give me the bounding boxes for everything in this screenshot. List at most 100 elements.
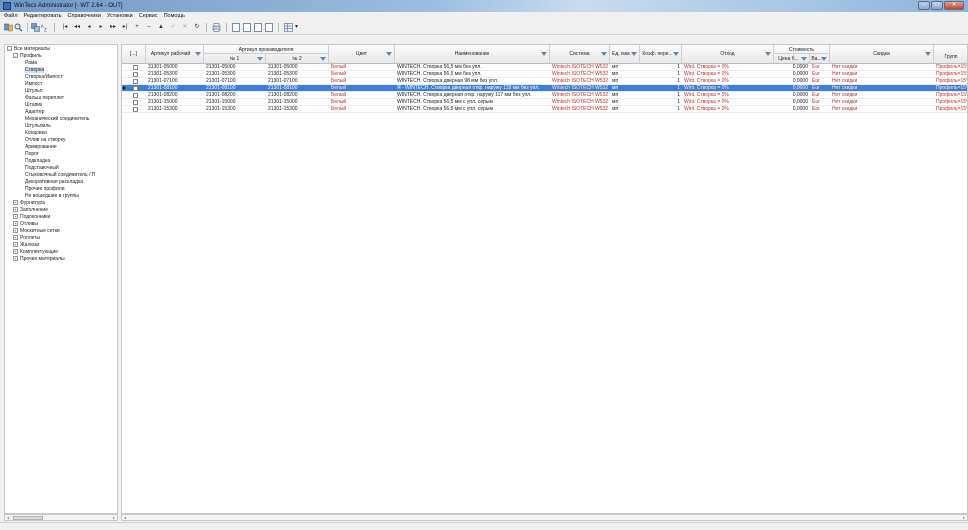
menu-settings[interactable]: Установки [107, 12, 133, 21]
nav-next-page-icon[interactable]: ▸▸ [108, 23, 118, 32]
cell-color[interactable]: Белый [329, 106, 395, 113]
cell-discount[interactable]: Нет скидки [830, 92, 934, 99]
col-select[interactable]: [...] [122, 45, 146, 64]
close-button[interactable]: ✕ [944, 1, 964, 10]
cell-price[interactable]: 0,0000 [774, 92, 810, 99]
scroll-thumb[interactable] [13, 516, 43, 520]
cell-mfr1[interactable]: 21301-08100 [204, 85, 266, 92]
cell-price[interactable]: 0,0000 [774, 78, 810, 85]
cell-name[interactable]: WINTECH. Створка 56,5 мм с упл. серым [395, 99, 550, 106]
cell-waste[interactable]: Wint. Створка = 0% [682, 64, 774, 71]
cell-currency[interactable]: Eur [810, 64, 830, 71]
cell-discount[interactable]: Нет скидки [830, 85, 934, 92]
cell-system[interactable]: Wintech ISOTECH W532 [550, 64, 610, 71]
expand-icon[interactable]: + [13, 200, 18, 205]
cell-group[interactable]: Профиль=15% [934, 85, 967, 92]
cell-mfr1[interactable]: 21301-08200 [204, 92, 266, 99]
tree-item-profile[interactable]: Армирование [25, 144, 57, 150]
col-article[interactable]: Артикул рабочий [146, 45, 204, 64]
nav-prev-icon[interactable]: ◂ [84, 23, 94, 32]
cell-unit[interactable]: мп [610, 85, 640, 92]
menu-references[interactable]: Справочники [68, 12, 101, 21]
col-mfr1[interactable]: № 1 [204, 54, 266, 64]
row-select-cell[interactable] [122, 71, 146, 78]
tree-item-profile[interactable]: Импост [25, 81, 42, 87]
cell-unit[interactable]: мп [610, 64, 640, 71]
tree-item-profile[interactable]: Рама [25, 60, 37, 66]
cell-mfr1[interactable]: 21301-15300 [204, 106, 266, 113]
collapse-icon[interactable]: – [13, 53, 18, 58]
minimize-button[interactable]: – [918, 1, 930, 10]
cell-price[interactable]: 0,0000 [774, 85, 810, 92]
table-row[interactable]: 21301-05000 21301-05000 21301-05000 Белый WI… [122, 64, 967, 71]
cell-name[interactable]: Я - WINTECH. Створка дверная откр. наруж… [395, 85, 550, 92]
menu-edit[interactable]: Редактировать [24, 12, 62, 21]
find-icon[interactable] [14, 23, 23, 32]
cell-color[interactable]: Белый [329, 64, 395, 71]
cell-system[interactable]: Wintech ISOTECH W532 [550, 106, 610, 113]
cell-mfr1[interactable]: 21301-15000 [204, 99, 266, 106]
tree-root[interactable]: – Все материалы [7, 46, 50, 52]
materials-icon[interactable] [4, 23, 13, 32]
table-row[interactable]: 21301-15300 21301-15300 21301-15300 Белый WI… [122, 106, 967, 113]
cell-waste[interactable]: Wint. Створка = 0% [682, 71, 774, 78]
cell-system[interactable]: Wintech ISOTECH W532 [550, 99, 610, 106]
collapse-icon[interactable]: – [7, 46, 12, 51]
cell-currency[interactable]: Eur [810, 78, 830, 85]
cancel-edit-icon[interactable]: ✕ [180, 23, 190, 32]
row-checkbox[interactable] [133, 72, 138, 77]
tree-item-profile[interactable]: Декоративная раскладка [25, 179, 83, 185]
cell-currency[interactable]: Eur [810, 85, 830, 92]
tree-item-profile[interactable]: Створка/Импост [25, 74, 63, 80]
refresh-icon[interactable]: ↻ [192, 23, 202, 32]
cell-system[interactable]: Wintech ISOTECH W532 [550, 78, 610, 85]
cell-price[interactable]: 0,0000 [774, 71, 810, 78]
tree-item-profile[interactable]: Подставочный [25, 165, 59, 171]
expand-icon[interactable]: + [13, 242, 18, 247]
cell-group[interactable]: Профиль=15% [934, 106, 967, 113]
table-row[interactable]: 21301-05300 21301-05300 21301-05300 Белый WI… [122, 71, 967, 78]
tree-item-profile[interactable]: Стыковочный соединитель / П [25, 172, 95, 178]
cell-price[interactable]: 0,0000 [774, 106, 810, 113]
cell-article[interactable]: 21301-07100 [146, 78, 204, 85]
nav-prev-page-icon[interactable]: ◂◂ [72, 23, 82, 32]
row-select-cell[interactable] [122, 78, 146, 85]
tree-item-profile[interactable]: Отлив на створку [25, 137, 65, 143]
filter-icon[interactable] [386, 52, 392, 56]
tool-box-3-icon[interactable] [254, 23, 262, 32]
cell-article[interactable]: 21301-15300 [146, 106, 204, 113]
cell-name[interactable]: WINTECH. Створка дверная 98 мм без упл. [395, 78, 550, 85]
tree-item-profile[interactable]: Не вошедшие в группы [25, 193, 79, 199]
cell-color[interactable]: Белый [329, 85, 395, 92]
cell-mfr1[interactable]: 21301-07100 [204, 78, 266, 85]
cell-group[interactable]: Профиль=15% [934, 92, 967, 99]
cell-system[interactable]: Wintech ISOTECH W532 [550, 92, 610, 99]
cell-currency[interactable]: Eur [810, 106, 830, 113]
scroll-left-icon[interactable]: ◂ [122, 515, 128, 520]
cell-mfr2[interactable]: 21301-05000 [266, 64, 329, 71]
col-waste[interactable]: Отход [682, 45, 774, 64]
tree-group[interactable]: + Комплектующие [13, 249, 58, 255]
delete-record-icon[interactable]: – [144, 23, 154, 32]
row-select-cell[interactable] [122, 99, 146, 106]
add-record-icon[interactable]: + [132, 23, 142, 32]
grid-view-icon[interactable] [284, 23, 293, 32]
cell-currency[interactable]: Eur [810, 99, 830, 106]
tree-group[interactable]: + Жалюзи [13, 242, 39, 248]
table-row[interactable]: 21301-07100 21301-07100 21301-07100 Белый WI… [122, 78, 967, 85]
tree-group[interactable]: + Фурнитура [13, 200, 45, 206]
cell-color[interactable]: Белый [329, 92, 395, 99]
menu-file[interactable]: Файл [4, 12, 18, 21]
col-coefficient[interactable]: Коэф. пере... [640, 45, 682, 64]
tool-box-1-icon[interactable] [232, 23, 240, 32]
row-select-cell[interactable] [122, 64, 146, 71]
tree-item-profile[interactable]: Фальш переплет [25, 95, 64, 101]
cell-unit[interactable]: мп [610, 92, 640, 99]
sort-az-icon[interactable]: AZ [41, 23, 50, 33]
cell-color[interactable]: Белый [329, 78, 395, 85]
cell-waste[interactable]: Wint. Створка = 0% [682, 85, 774, 92]
filter-icon[interactable] [925, 52, 931, 56]
col-price[interactable]: Цена б... [774, 54, 810, 64]
table-row[interactable]: 21301-15000 21301-15000 21301-15000 Белый WI… [122, 99, 967, 106]
tree-item-profile[interactable]: Прочие профили [25, 186, 65, 192]
